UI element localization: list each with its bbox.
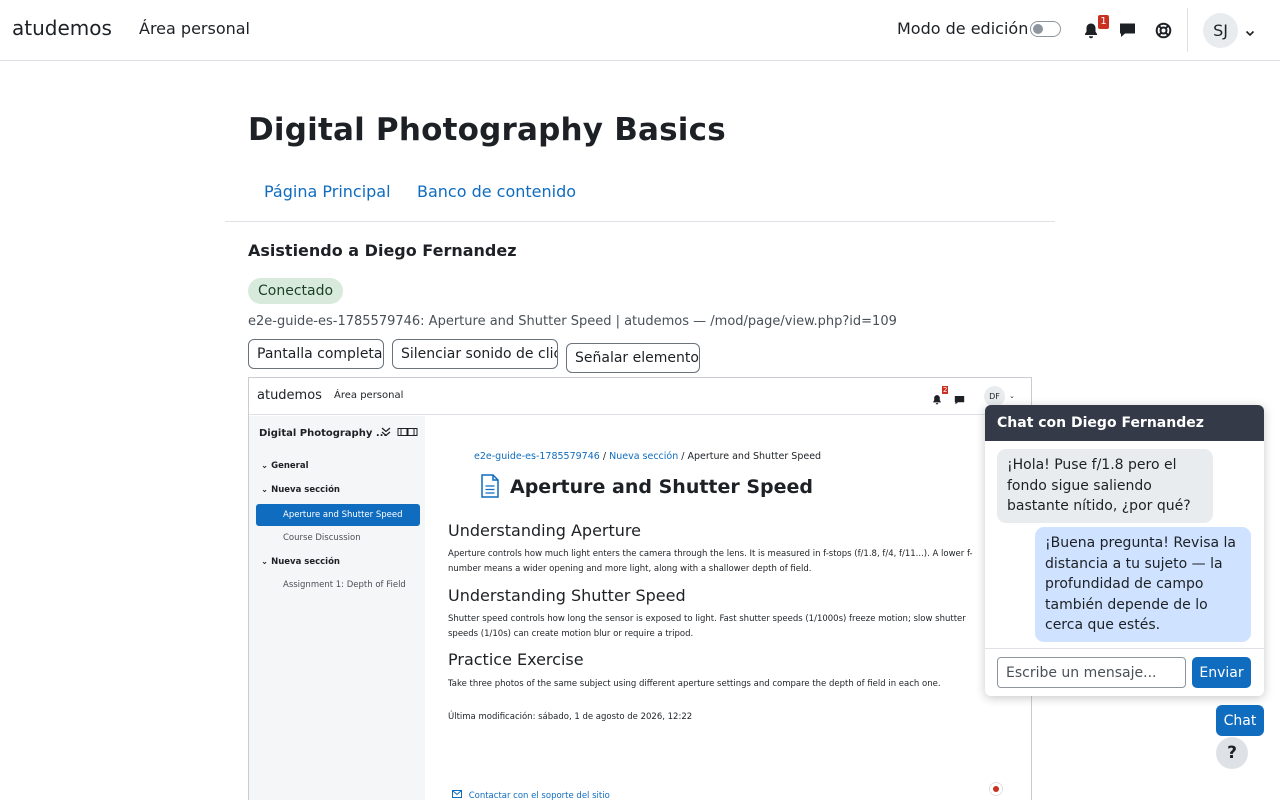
frame-avatar: DF (984, 386, 1005, 407)
frame-last-modified: Última modificación: sábado, 1 de agosto… (448, 712, 693, 722)
frame-section-nueva-2: ⌄ Nueva sección (261, 557, 340, 567)
frame-heading-aperture: Understanding Aperture (448, 521, 641, 540)
assist-title: Asistiendo a Diego Fernandez (248, 241, 517, 260)
edit-mode-toggle[interactable] (1030, 21, 1061, 37)
toggle-knob (1033, 24, 1043, 34)
frame-heading-exercise: Practice Exercise (448, 650, 584, 669)
fullscreen-button[interactable]: Pantalla completa (248, 339, 384, 369)
frame-support-link: Contactar con el soporte del sitio (452, 790, 610, 800)
edit-mode-label: Modo de edición (897, 19, 1029, 38)
frame-text-shutter: Shutter speed controls how long the sens… (448, 614, 966, 639)
point-element-button[interactable]: Señalar elemento (566, 343, 700, 373)
tab-main-page[interactable]: Página Principal (264, 182, 391, 201)
frame-bell-icon (932, 390, 942, 409)
course-nav: Página Principal Banco de contenido (225, 172, 1055, 222)
frame-main-content: e2e-guide-es-1785579746 / Nueva sección … (425, 416, 1031, 800)
frame-section-nueva-1: ⌄ Nueva sección (261, 485, 340, 495)
tab-content-bank[interactable]: Banco de contenido (417, 182, 576, 201)
chat-composer: Enviar (985, 648, 1264, 696)
frame-item-aperture: Aperture and Shutter Speed (256, 504, 420, 526)
frame-item-assignment: Assignment 1: Depth of Field (283, 580, 406, 590)
frame-breadcrumb-section: Nueva sección (609, 451, 679, 462)
frame-support-label: Contactar con el soporte del sitio (468, 791, 610, 800)
nav-link-personal-area[interactable]: Área personal (139, 19, 250, 38)
top-navbar: atudemos Área personal Modo de edición 1… (0, 0, 1280, 61)
send-button[interactable]: Enviar (1192, 657, 1251, 688)
frame-section-general: ⌄ General (261, 461, 309, 471)
frame-text-exercise: Take three photos of the same subject us… (448, 679, 941, 689)
envelope-icon (452, 790, 462, 798)
frame-breadcrumb: e2e-guide-es-1785579746 / Nueva sección … (474, 451, 821, 462)
chat-message-incoming: ¡Hola! Puse f/1.8 pero el fondo sigue sa… (997, 449, 1213, 523)
frame-section-label: Nueva sección (271, 557, 340, 567)
frame-navbar: atudemos Área personal 2 DF ⌄ (249, 378, 1031, 415)
site-brand[interactable]: atudemos (12, 16, 112, 40)
nav-divider (1187, 8, 1188, 52)
frame-section-label: General (271, 461, 309, 471)
frame-item-discussion: Course Discussion (283, 533, 361, 543)
frame-course-index: Digital Photography ... ⌄ General ⌄ Nuev… (249, 416, 425, 800)
frame-page-title: Aperture and Shutter Speed (510, 476, 814, 498)
page-title: Digital Photography Basics (248, 112, 726, 148)
status-badge: Conectado (248, 278, 344, 304)
frame-notification-badge: 2 (942, 386, 949, 394)
chevron-down-icon[interactable] (1244, 24, 1256, 43)
frame-drawer-title: Digital Photography ... (259, 428, 388, 439)
chat-toggle-button[interactable]: Chat (1216, 705, 1264, 736)
page-document-icon (481, 474, 499, 502)
chat-message-outgoing: ¡Buena pregunta! Revisa la distancia a t… (1035, 527, 1251, 642)
shared-screen-frame[interactable]: atudemos Área personal 2 DF ⌄ Digital Ph… (248, 377, 1032, 800)
frame-text-aperture: Aperture controls how much light enters … (448, 549, 973, 574)
chat-bubble-icon[interactable] (1116, 19, 1138, 41)
chat-title: Chat con Diego Fernandez (985, 405, 1264, 441)
frame-breadcrumb-course: e2e-guide-es-1785579746 (474, 451, 600, 462)
chat-message-input[interactable] (997, 657, 1186, 688)
remote-url-line: e2e-guide-es-1785579746: Aperture and Sh… (248, 314, 897, 329)
frame-section-label: Nueva sección (271, 485, 340, 495)
frame-chevron-down-icon: ⌄ (1009, 392, 1015, 400)
frame-heading-shutter: Understanding Shutter Speed (448, 586, 686, 605)
help-button[interactable]: ? (1216, 737, 1248, 769)
frame-brand: atudemos (257, 388, 322, 403)
lifebuoy-icon[interactable] (1152, 19, 1174, 41)
mute-click-button[interactable]: Silenciar sonido de clic (392, 339, 558, 369)
frame-personal-area-link: Área personal (334, 390, 404, 401)
frame-chat-bubble-icon (954, 390, 965, 409)
notification-badge: 1 (1098, 15, 1109, 29)
chat-panel: Chat con Diego Fernandez ¡Hola! Puse f/1… (985, 405, 1264, 696)
recording-indicator-icon (989, 782, 1003, 796)
frame-collapse-all-icon (381, 427, 423, 440)
user-avatar[interactable]: SJ (1203, 13, 1238, 48)
frame-breadcrumb-current: Aperture and Shutter Speed (687, 451, 822, 462)
